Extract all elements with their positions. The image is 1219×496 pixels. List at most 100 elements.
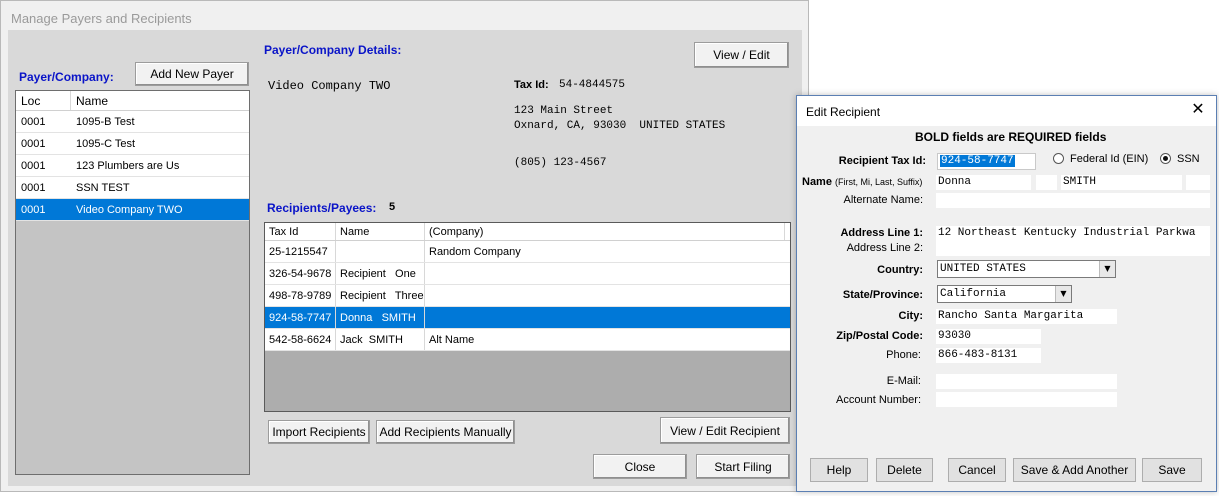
- address-line2-label: Address Line 2:: [846, 242, 923, 254]
- state-province-select[interactable]: California ▼: [937, 285, 1072, 303]
- email-label: E-Mail:: [886, 375, 921, 387]
- dialog-title: Edit Recipient: [806, 105, 881, 119]
- country-value: UNITED STATES: [940, 263, 1026, 275]
- close-icon[interactable]: ✕: [1190, 102, 1206, 118]
- recipients-count: 5: [389, 201, 396, 213]
- account-number-field[interactable]: [936, 392, 1117, 407]
- federal-id-label: Federal Id (EIN): [1070, 153, 1149, 165]
- recipient-row[interactable]: 924-58-7747 Donna SMITH: [265, 307, 790, 329]
- zip-label: Zip/Postal Code:: [836, 330, 923, 342]
- add-recipients-manually-button[interactable]: Add Recipients Manually: [376, 420, 515, 444]
- recipient-tax-id: 924-58-7747: [265, 307, 336, 328]
- last-name-field[interactable]: SMITH: [1061, 175, 1182, 190]
- middle-initial-field[interactable]: [1036, 175, 1057, 190]
- recipient-row[interactable]: 25-1215547 Random Company: [265, 241, 790, 263]
- window-title: Manage Payers and Recipients: [11, 11, 192, 26]
- column-header-tax-id[interactable]: Tax Id: [265, 223, 336, 240]
- column-header-loc[interactable]: Loc: [16, 91, 71, 110]
- payer-tax-id-label: Tax Id:: [514, 79, 549, 91]
- recipient-name: Jack SMITH: [336, 329, 425, 350]
- recipient-row[interactable]: 326-54-9678 Recipient One: [265, 263, 790, 285]
- recipient-name: Donna SMITH: [336, 307, 425, 328]
- payer-loc: 0001: [21, 203, 46, 216]
- payer-details-heading: Payer/Company Details:: [264, 43, 402, 57]
- payer-name: SSN TEST: [76, 181, 130, 194]
- alternate-name-field[interactable]: [936, 193, 1210, 208]
- payer-row[interactable]: 0001 1095-C Test: [16, 133, 249, 155]
- close-button[interactable]: Close: [593, 454, 687, 479]
- payer-row[interactable]: 0001 1095-B Test: [16, 111, 249, 133]
- payer-address-line1: 123 Main Street: [514, 105, 614, 117]
- recipient-company: Random Company: [429, 245, 521, 258]
- column-header-name[interactable]: Name: [336, 223, 425, 240]
- edit-recipient-dialog: Edit Recipient ✕ BOLD fields are REQUIRE…: [796, 95, 1217, 492]
- recipient-name: Recipient One: [336, 263, 425, 284]
- payer-name: 1095-B Test: [76, 115, 135, 128]
- delete-button[interactable]: Delete: [876, 458, 933, 482]
- payer-loc: 0001: [21, 115, 46, 128]
- payer-company-name: Video Company TWO: [268, 79, 391, 93]
- import-recipients-button[interactable]: Import Recipients: [268, 420, 370, 444]
- payer-row[interactable]: 0001 Video Company TWO: [16, 199, 249, 221]
- zip-field[interactable]: 93030: [936, 329, 1041, 344]
- payer-loc: 0001: [21, 181, 46, 194]
- recipient-tax-id-value: 924-58-7747: [940, 155, 1015, 167]
- recipient-tax-id: 25-1215547: [265, 241, 336, 262]
- recipient-company: [425, 263, 785, 284]
- save-button[interactable]: Save: [1142, 458, 1202, 482]
- payer-name: 123 Plumbers are Us: [76, 159, 180, 172]
- city-field[interactable]: Rancho Santa Margarita: [936, 309, 1117, 324]
- recipient-name: Recipient Three: [336, 285, 425, 306]
- payer-row[interactable]: 0001 SSN TEST: [16, 177, 249, 199]
- payer-phone: (805) 123-4567: [514, 157, 607, 169]
- account-number-label: Account Number:: [836, 394, 921, 406]
- address-line1-field[interactable]: 12 Northeast Kentucky Industrial Parkwa: [936, 226, 1210, 241]
- recipient-row[interactable]: 498-78-9789 Recipient Three: [265, 285, 790, 307]
- help-button[interactable]: Help: [810, 458, 868, 482]
- country-select[interactable]: UNITED STATES ▼: [937, 260, 1116, 278]
- recipients-table[interactable]: Tax Id Name (Company) 25-1215547 Random C…: [264, 222, 791, 412]
- name-hint: (First, Mi, Last, Suffix): [835, 177, 923, 187]
- recipient-row[interactable]: 542-58-6624 Jack SMITH Alt Name: [265, 329, 790, 351]
- phone-field[interactable]: 866-483-8131: [936, 348, 1041, 363]
- save-add-another-button[interactable]: Save & Add Another: [1013, 458, 1136, 482]
- state-province-value: California: [940, 288, 1007, 300]
- recipient-rows: 25-1215547 Random Company 326-54-9678 Recip…: [265, 241, 790, 351]
- view-edit-recipient-button[interactable]: View / Edit Recipient: [660, 417, 790, 444]
- state-province-label: State/Province:: [842, 289, 923, 301]
- payer-row[interactable]: 0001 123 Plumbers are Us: [16, 155, 249, 177]
- payer-loc: 0001: [21, 159, 46, 172]
- payer-list[interactable]: Loc Name 0001 1095-B Test 0001 1095-C Test 0…: [15, 90, 250, 475]
- recipients-table-header: Tax Id Name (Company): [265, 223, 790, 241]
- suffix-field[interactable]: [1186, 175, 1210, 190]
- chevron-down-icon[interactable]: ▼: [1099, 261, 1115, 277]
- payer-rows: 0001 1095-B Test 0001 1095-C Test 0001 123 Pl…: [16, 111, 249, 221]
- payer-name: 1095-C Test: [76, 137, 136, 150]
- email-field[interactable]: [936, 374, 1117, 389]
- federal-id-radio[interactable]: [1053, 153, 1064, 164]
- name-label: Name: [802, 176, 832, 188]
- country-label: Country:: [877, 264, 923, 276]
- phone-label: Phone:: [886, 349, 921, 361]
- address-line1-label: Address Line 1:: [840, 227, 923, 239]
- ssn-label: SSN: [1177, 153, 1200, 165]
- dialog-titlebar[interactable]: Edit Recipient ✕: [797, 96, 1216, 126]
- recipient-tax-id: 498-78-9789: [265, 285, 336, 306]
- add-new-payer-button[interactable]: Add New Payer: [135, 62, 249, 86]
- chevron-down-icon[interactable]: ▼: [1055, 286, 1071, 302]
- ssn-radio[interactable]: [1160, 153, 1171, 164]
- first-name-field[interactable]: Donna: [936, 175, 1031, 190]
- recipient-company: [425, 285, 785, 306]
- recipient-tax-id-field[interactable]: 924-58-7747: [937, 153, 1036, 170]
- column-header-name[interactable]: Name: [71, 91, 249, 110]
- start-filing-button[interactable]: Start Filing: [696, 454, 790, 479]
- name-label-group: Name (First, Mi, Last, Suffix): [802, 176, 922, 188]
- address-line2-field[interactable]: [936, 241, 1210, 256]
- cancel-button[interactable]: Cancel: [948, 458, 1006, 482]
- recipient-name: [336, 241, 425, 262]
- payer-loc: 0001: [21, 137, 46, 150]
- city-label: City:: [898, 310, 923, 322]
- column-header-company[interactable]: (Company): [425, 223, 785, 240]
- view-edit-payer-button[interactable]: View / Edit: [694, 42, 789, 68]
- recipient-tax-id: 326-54-9678: [265, 263, 336, 284]
